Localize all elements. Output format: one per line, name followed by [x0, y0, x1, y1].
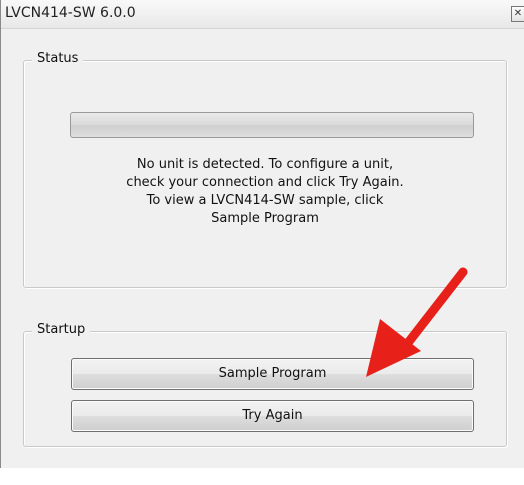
status-message: No unit is detected. To configure a unit… [44, 156, 486, 228]
status-message-line: Sample Program [211, 211, 319, 226]
window-title: LVCN414-SW 6.0.0 [5, 5, 136, 21]
startup-group: Startup Sample Program Try Again [23, 322, 507, 447]
status-message-line: check your connection and click Try Agai… [126, 175, 404, 190]
sample-program-button[interactable]: Sample Program [71, 358, 474, 390]
status-progress-bar [70, 112, 474, 138]
close-icon[interactable]: ✕ [511, 6, 524, 22]
app-window: LVCN414-SW 6.0.0 ✕ Status No unit is det… [0, 0, 524, 468]
status-message-line: No unit is detected. To configure a unit… [136, 157, 394, 172]
status-group-legend: Status [32, 51, 84, 66]
title-bar[interactable]: LVCN414-SW 6.0.0 ✕ [1, 0, 524, 29]
status-message-line: To view a LVCN414-SW sample, click [146, 193, 384, 208]
startup-group-legend: Startup [32, 322, 91, 337]
status-group: Status No unit is detected. To configure… [23, 51, 507, 288]
try-again-button[interactable]: Try Again [71, 400, 474, 432]
